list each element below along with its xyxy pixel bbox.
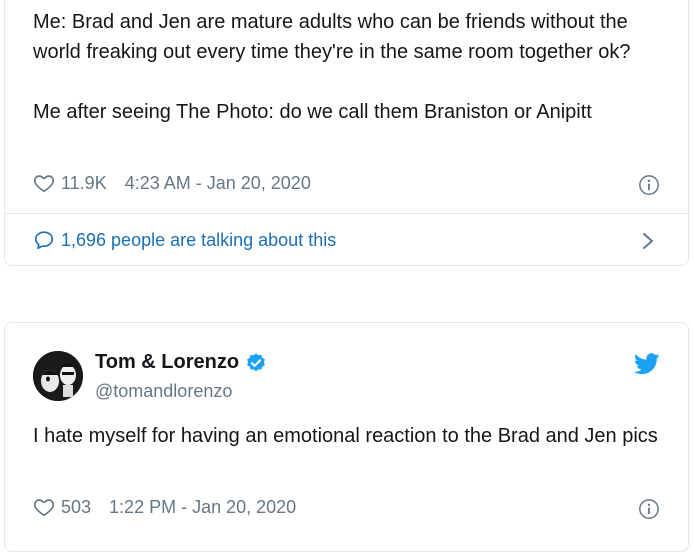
- author-name[interactable]: Tom & Lorenzo: [95, 351, 239, 374]
- info-icon[interactable]: [638, 174, 660, 196]
- conversation-link[interactable]: 1,696 people are talking about this: [33, 229, 336, 251]
- tweet-text: Me: Brad and Jen are mature adults who c…: [33, 11, 631, 123]
- conversation-count[interactable]: 1,696 people are talking about this: [61, 230, 336, 251]
- tweet-timestamp[interactable]: 1:22 PM - Jan 20, 2020: [109, 497, 296, 518]
- divider: [5, 213, 688, 214]
- embedded-tweet-1: Me: Brad and Jen are mature adults who c…: [4, 0, 689, 266]
- heart-icon[interactable]: [33, 172, 55, 194]
- like-count[interactable]: 503: [61, 497, 91, 518]
- tweet-meta: 11.9K 4:23 AM - Jan 20, 2020: [33, 172, 311, 194]
- info-icon[interactable]: [638, 498, 660, 520]
- author-handle[interactable]: @tomandlorenzo: [95, 381, 232, 402]
- tweet-text: I hate myself for having an emotional re…: [33, 425, 658, 447]
- avatar[interactable]: [33, 351, 83, 401]
- embedded-tweet-2: Tom & Lorenzo @tomandlorenzo I hate myse…: [4, 322, 689, 552]
- chevron-right-icon[interactable]: [640, 231, 656, 251]
- author-name-row[interactable]: Tom & Lorenzo: [95, 351, 267, 374]
- verified-badge-icon: [247, 352, 265, 371]
- avatar-image: [33, 351, 83, 401]
- tweet-timestamp[interactable]: 4:23 AM - Jan 20, 2020: [125, 173, 311, 194]
- twitter-bird-icon[interactable]: [634, 353, 660, 375]
- speech-bubble-icon: [34, 231, 54, 250]
- heart-icon[interactable]: [33, 496, 55, 518]
- like-count[interactable]: 11.9K: [61, 173, 107, 194]
- tweet-meta: 503 1:22 PM - Jan 20, 2020: [33, 496, 296, 518]
